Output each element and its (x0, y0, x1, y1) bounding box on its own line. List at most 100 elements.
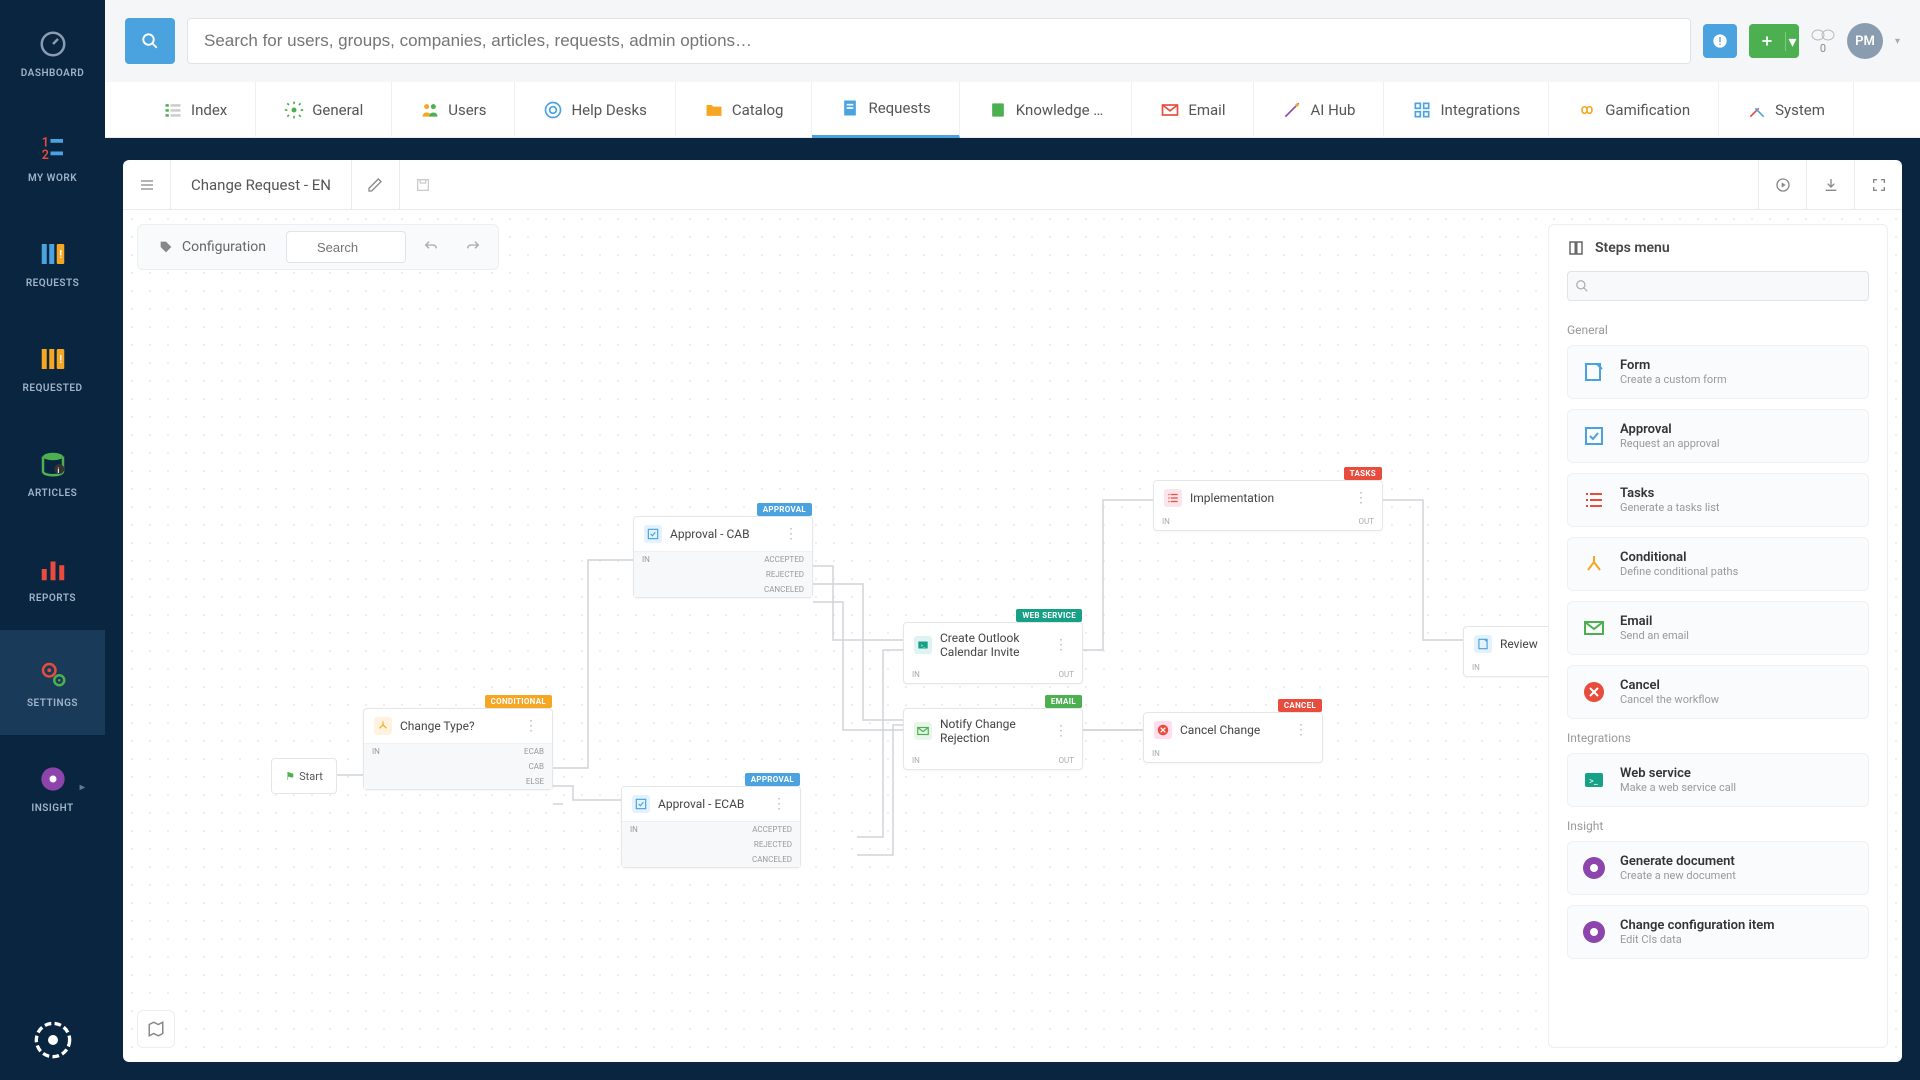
node-change-type[interactable]: CONDITIONAL Change Type? ⋮ INECAB CAB EL… (363, 708, 553, 790)
user-avatar[interactable]: PM (1847, 23, 1883, 59)
minimap-button[interactable] (137, 1010, 175, 1048)
step-form[interactable]: FormCreate a custom form (1567, 345, 1869, 399)
download-icon (1823, 177, 1839, 193)
alerts-button[interactable] (1703, 24, 1737, 58)
canvas-search-input[interactable] (286, 231, 406, 263)
step-approval[interactable]: ApprovalRequest an approval (1567, 409, 1869, 463)
lifebuoy-icon (543, 100, 563, 120)
sidebar-item-dashboard[interactable]: DASHBOARD (0, 0, 105, 105)
node-more-button[interactable]: ⋮ (1050, 723, 1072, 739)
caret-down-icon[interactable]: ▾ (1895, 36, 1900, 47)
edit-button[interactable] (351, 160, 399, 210)
hamburger-icon (139, 177, 155, 193)
conditional-icon (374, 717, 392, 735)
node-cancel-change[interactable]: CANCEL Cancel Change ⋮ IN (1143, 712, 1323, 763)
brand-logo-icon (33, 1020, 73, 1060)
step-generate-document[interactable]: Generate documentCreate a new document (1567, 841, 1869, 895)
sidebar-label: DASHBOARD (21, 68, 84, 79)
list-numbered-icon: 12 (35, 131, 71, 167)
tag-icon (158, 239, 174, 255)
configuration-button[interactable]: Configuration (146, 230, 278, 264)
fullscreen-button[interactable] (1854, 160, 1902, 210)
webservice-icon: >_ (1580, 766, 1608, 794)
undo-button[interactable] (414, 230, 448, 264)
main: ▾ 0 PM ▾ Index General Users Help Desks … (105, 0, 1920, 1080)
navtab-email[interactable]: Email (1132, 82, 1254, 138)
sidebar-item-articles[interactable]: i ARTICLES (0, 420, 105, 525)
svg-text:!: ! (59, 248, 63, 261)
tools-icon (1747, 100, 1767, 120)
save-icon (415, 177, 431, 193)
download-button[interactable] (1806, 160, 1854, 210)
database-icon: i (35, 446, 71, 482)
sidebar-item-insight[interactable]: INSIGHT ▸ (0, 735, 105, 840)
node-notify-rejection[interactable]: EMAIL Notify Change Rejection ⋮ INOUT (903, 708, 1083, 770)
cancel-icon (1580, 678, 1608, 706)
tasks-icon (1580, 486, 1608, 514)
book-open-icon (1567, 239, 1585, 257)
step-conditional[interactable]: ConditionalDefine conditional paths (1567, 537, 1869, 591)
workflow-canvas[interactable]: Configuration (123, 210, 1902, 1062)
hamburger-button[interactable] (123, 160, 171, 210)
conditional-icon (1580, 550, 1608, 578)
node-tag: APPROVAL (745, 773, 800, 786)
navtab-general[interactable]: General (256, 82, 392, 138)
svg-text:2: 2 (41, 148, 49, 163)
node-more-button[interactable]: ⋮ (1350, 490, 1372, 506)
navtab-requests[interactable]: Requests (812, 82, 959, 138)
steps-search-input[interactable] (1567, 271, 1869, 301)
navtab-integrations[interactable]: Integrations (1384, 82, 1549, 138)
sidebar-footer (0, 1000, 105, 1080)
step-webservice[interactable]: >_ Web serviceMake a web service call (1567, 753, 1869, 807)
step-cancel[interactable]: CancelCancel the workflow (1567, 665, 1869, 719)
step-tasks[interactable]: TasksGenerate a tasks list (1567, 473, 1869, 527)
play-button[interactable] (1758, 160, 1806, 210)
sidebar-item-settings[interactable]: SETTINGS (0, 630, 105, 735)
notifications-badge[interactable]: 0 (1811, 28, 1835, 55)
sidebar-item-requested[interactable]: ! REQUESTED (0, 315, 105, 420)
users-icon (420, 100, 440, 120)
requests-icon: ! (35, 236, 71, 272)
navtab-system[interactable]: System (1719, 82, 1854, 138)
navtab-catalog[interactable]: Catalog (676, 82, 813, 138)
node-create-outlook[interactable]: WEB SERVICE >_ Create Outlook Calendar I… (903, 622, 1083, 684)
node-implementation[interactable]: TASKS Implementation ⋮ INOUT (1153, 480, 1383, 531)
global-search-input[interactable] (187, 18, 1691, 64)
node-more-button[interactable]: ⋮ (768, 796, 790, 812)
node-more-button[interactable]: ⋮ (1050, 637, 1072, 653)
approval-icon (644, 525, 662, 543)
node-start[interactable]: ⚑ Start (271, 758, 337, 794)
navtab-helpdesks[interactable]: Help Desks (515, 82, 675, 138)
tasks-icon (1164, 489, 1182, 507)
wand-icon (1282, 100, 1302, 120)
step-change-ci[interactable]: Change configuration itemEdit CIs data (1567, 905, 1869, 959)
webservice-icon: >_ (914, 636, 932, 654)
sidebar-item-mywork[interactable]: 12 MY WORK (0, 105, 105, 210)
save-button[interactable] (399, 160, 447, 210)
steps-section-integrations: Integrations (1567, 731, 1869, 745)
search-button[interactable] (125, 18, 175, 64)
sidebar-item-reports[interactable]: REPORTS (0, 525, 105, 630)
node-more-button[interactable]: ⋮ (1290, 722, 1312, 738)
node-more-button[interactable]: ⋮ (780, 526, 802, 542)
step-email[interactable]: EmailSend an email (1567, 601, 1869, 655)
node-more-button[interactable]: ⋮ (520, 718, 542, 734)
left-sidebar: DASHBOARD 12 MY WORK ! REQUESTS ! REQUES… (0, 0, 105, 1080)
node-approval-ecab[interactable]: APPROVAL Approval - ECAB ⋮ INACCEPTED RE… (621, 786, 801, 868)
add-button[interactable]: ▾ (1749, 24, 1799, 58)
steps-header: Steps menu (1549, 225, 1887, 271)
navtab-index[interactable]: Index (135, 82, 256, 138)
caret-down-icon[interactable]: ▾ (1785, 32, 1799, 51)
navtab-users[interactable]: Users (392, 82, 515, 138)
sidebar-item-requests[interactable]: ! REQUESTS (0, 210, 105, 315)
navtab-knowledge[interactable]: Knowledge … (960, 82, 1133, 138)
sidebar-label: REQUESTS (26, 278, 79, 289)
node-approval-cab[interactable]: APPROVAL Approval - CAB ⋮ INACCEPTED REJ… (633, 516, 813, 598)
config-bar: Configuration (137, 224, 499, 270)
navtab-aihub[interactable]: AI Hub (1254, 82, 1384, 138)
redo-button[interactable] (456, 230, 490, 264)
email-icon (1580, 614, 1608, 642)
search-icon (1575, 279, 1589, 293)
sidebar-label: REPORTS (29, 593, 76, 604)
navtab-gamification[interactable]: Gamification (1549, 82, 1719, 138)
